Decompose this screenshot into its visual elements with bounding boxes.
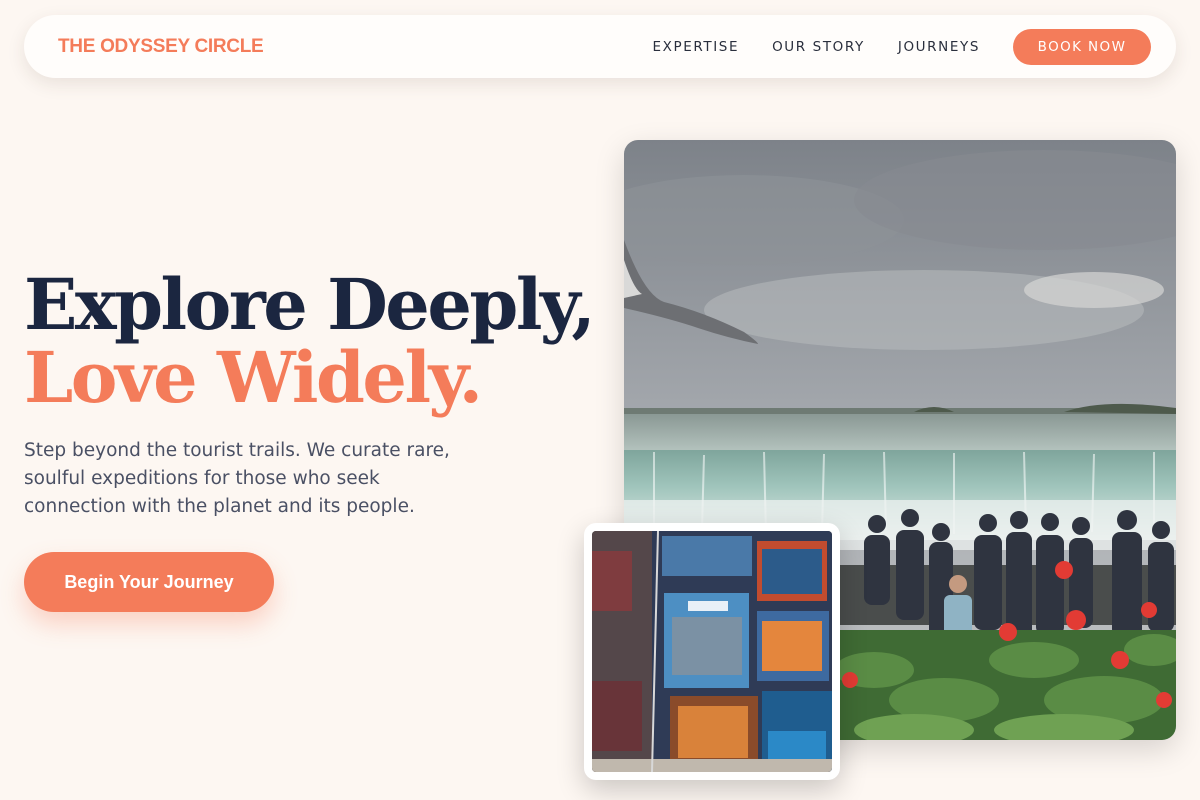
- hero-title-line1: Explore Deeply,: [24, 263, 596, 346]
- nav-link-journeys[interactable]: JOURNEYS: [898, 39, 980, 55]
- hero-title-line2: Love Widely.: [24, 336, 483, 419]
- nav-link-expertise[interactable]: EXPERTISE: [653, 39, 740, 55]
- book-now-button[interactable]: BOOK NOW: [1013, 28, 1151, 65]
- nav-link-our-story[interactable]: OUR STORY: [772, 39, 865, 55]
- hero-title: Explore Deeply, Love Widely.: [24, 263, 596, 419]
- top-navbar: THE ODYSSEY CIRCLE EXPERTISE OUR STORY J…: [24, 15, 1176, 78]
- nav-links: EXPERTISE OUR STORY JOURNEYS BOOK NOW: [653, 28, 1151, 65]
- begin-journey-button[interactable]: Begin Your Journey: [24, 552, 274, 612]
- brand-logo[interactable]: THE ODYSSEY CIRCLE: [58, 36, 264, 58]
- hero-subtitle: Step beyond the tourist trails. We curat…: [24, 440, 450, 517]
- postcard-photo: [584, 523, 840, 780]
